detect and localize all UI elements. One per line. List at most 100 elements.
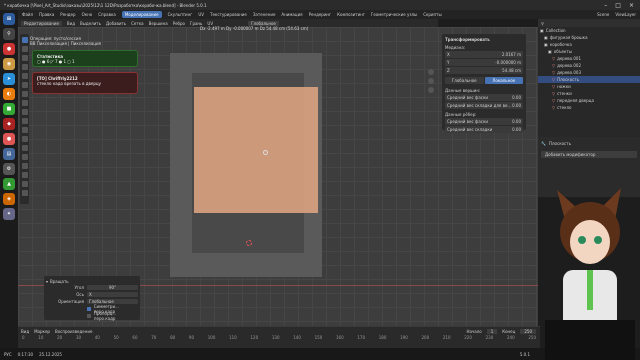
- smooth-tool-icon[interactable]: [21, 172, 28, 178]
- menu-vertex[interactable]: Вершина: [149, 21, 168, 26]
- polybuild-tool-icon[interactable]: [21, 154, 28, 160]
- tab-rendering[interactable]: Рендеринг: [309, 12, 332, 17]
- menu-file[interactable]: Файл: [22, 12, 33, 17]
- menu-window[interactable]: Окно: [82, 12, 93, 17]
- outliner-row[interactable]: ▽ дерево.003: [538, 69, 640, 76]
- checkbox-icon[interactable]: [87, 306, 91, 311]
- outliner-row[interactable]: ▽ передняя дверца: [538, 97, 640, 104]
- menu-select[interactable]: Выделить: [80, 21, 101, 26]
- start-field[interactable]: 1: [486, 328, 498, 334]
- select-tool-icon[interactable]: [21, 37, 28, 43]
- rotate-tool-icon[interactable]: [21, 64, 28, 70]
- mode-selector[interactable]: Редактирование: [21, 20, 62, 26]
- start-icon[interactable]: ⊞: [3, 13, 15, 25]
- extrude-tool-icon[interactable]: [21, 109, 28, 115]
- tab-animation[interactable]: Анимация: [281, 12, 302, 17]
- add-modifier-button[interactable]: Добавить модификатор: [541, 151, 637, 158]
- local-toggle[interactable]: Локальное: [484, 77, 523, 84]
- minimize-icon[interactable]: –: [604, 2, 607, 9]
- loopcut-tool-icon[interactable]: [21, 136, 28, 142]
- menu-edge[interactable]: Ребро: [173, 21, 185, 26]
- transform-tool-icon[interactable]: [21, 82, 28, 88]
- outliner-row[interactable]: ▣ Collection: [538, 27, 640, 34]
- menu-add[interactable]: Добавить: [106, 21, 126, 26]
- angle-field[interactable]: 90°: [87, 285, 138, 290]
- axis-field[interactable]: X: [87, 292, 138, 297]
- inset-tool-icon[interactable]: [21, 118, 28, 124]
- close-icon[interactable]: ×: [629, 2, 634, 9]
- checkbox-row[interactable]: Пропорц... перо.кадр: [46, 311, 138, 321]
- search-icon[interactable]: ⚲: [541, 21, 544, 26]
- outliner-row[interactable]: ▽ стекло: [538, 104, 640, 111]
- tab-texture[interactable]: Текстурирование: [210, 12, 247, 17]
- spin-tool-icon[interactable]: [21, 163, 28, 169]
- gear-icon[interactable]: ⚙: [3, 163, 15, 175]
- app-icon[interactable]: ●: [3, 43, 15, 55]
- tab-modeling[interactable]: Моделирование: [121, 11, 162, 18]
- app-icon[interactable]: ■: [3, 103, 15, 115]
- y-field[interactable]: Y -0.000000 m: [445, 59, 523, 66]
- shear-tool-icon[interactable]: [21, 181, 28, 187]
- tab-compositing[interactable]: Композитинг: [337, 12, 365, 17]
- app-icon[interactable]: ●: [3, 133, 15, 145]
- menu-edit[interactable]: Правка: [39, 12, 54, 17]
- timeline-view-menu[interactable]: Вид: [21, 329, 29, 334]
- outliner-row[interactable]: ▽ дерево.001: [538, 55, 640, 62]
- app-icon[interactable]: ▲: [3, 178, 15, 190]
- outliner-row[interactable]: ▽ дерево.002: [538, 62, 640, 69]
- tab-sculpting[interactable]: Скульптинг: [168, 12, 193, 17]
- app-icon[interactable]: ✦: [3, 208, 15, 220]
- menu-face[interactable]: Грань: [190, 21, 202, 26]
- chrome-icon[interactable]: ◉: [3, 58, 15, 70]
- scene-selector[interactable]: Scene: [597, 12, 609, 17]
- app-icon[interactable]: ◆: [3, 118, 15, 130]
- outliner-row[interactable]: ▽ стенки: [538, 90, 640, 97]
- orientation-selector[interactable]: Глобальное: [248, 20, 279, 26]
- tab-uv[interactable]: UV: [198, 12, 204, 17]
- pan-icon[interactable]: [428, 78, 434, 84]
- bevel-tool-icon[interactable]: [21, 127, 28, 133]
- maximize-icon[interactable]: □: [615, 2, 621, 9]
- selected-face[interactable]: [194, 87, 318, 213]
- timeline-playback-menu[interactable]: Воспроизведение: [55, 329, 92, 334]
- end-field[interactable]: 250: [520, 328, 536, 334]
- language-indicator[interactable]: РУС: [4, 352, 12, 357]
- tab-shading[interactable]: Затенение: [253, 12, 276, 17]
- menu-mesh[interactable]: Сетка: [131, 21, 143, 26]
- edge-bevel-field[interactable]: Средний вес фаски 0.00: [445, 118, 523, 125]
- vertex-crease-field[interactable]: Средний вес складки для ве... 0.00: [445, 102, 523, 109]
- app-icon[interactable]: ◈: [3, 193, 15, 205]
- folder-icon[interactable]: ▤: [3, 148, 15, 160]
- checkbox-icon[interactable]: [87, 313, 91, 318]
- x-field[interactable]: X 2.0167 m: [445, 51, 523, 58]
- menu-uv[interactable]: UV: [207, 21, 213, 26]
- rip-tool-icon[interactable]: [21, 190, 28, 196]
- timeline-marker-menu[interactable]: Маркер: [34, 329, 50, 334]
- edge-crease-field[interactable]: Средний вес складки 0.00: [445, 126, 523, 133]
- menu-help[interactable]: Справка: [98, 12, 116, 17]
- zoom-icon[interactable]: [428, 69, 434, 75]
- knife-tool-icon[interactable]: [21, 145, 28, 151]
- outliner-row[interactable]: ▣ объекты: [538, 48, 640, 55]
- vertex-bevel-field[interactable]: Средний вес фаски 0.00: [445, 94, 523, 101]
- timeline-ruler[interactable]: 0 10 20 30 40 50 60 70 80 90 100 110 120 130 140 150 160…: [18, 335, 540, 343]
- global-toggle[interactable]: Глобальное: [445, 77, 484, 84]
- cursor-tool-icon[interactable]: [21, 46, 28, 52]
- outliner-row-selected[interactable]: ▽ Плоскость: [538, 76, 640, 83]
- scale-tool-icon[interactable]: [21, 73, 28, 79]
- search-icon[interactable]: ⚲: [3, 28, 15, 40]
- z-field[interactable]: Z 54.48 cm: [445, 67, 523, 74]
- outliner-row[interactable]: ▣ коробочка: [538, 41, 640, 48]
- blender-logo-icon[interactable]: ◐: [3, 88, 15, 100]
- 3d-cursor-icon[interactable]: [246, 240, 252, 246]
- tab-geometry-nodes[interactable]: Геометрические узлы: [371, 12, 417, 17]
- telegram-icon[interactable]: ➤: [3, 73, 15, 85]
- annotate-tool-icon[interactable]: [21, 91, 28, 97]
- outliner-row[interactable]: ▽ ножки: [538, 83, 640, 90]
- view-layer-selector[interactable]: ViewLayer: [615, 12, 640, 17]
- menu-render[interactable]: Рендер: [60, 12, 75, 17]
- measure-tool-icon[interactable]: [21, 100, 28, 106]
- outliner-row[interactable]: ▣ фигурная брошка: [538, 34, 640, 41]
- tab-scripting[interactable]: Скрипты: [423, 12, 441, 17]
- menu-view[interactable]: Вид: [67, 21, 75, 26]
